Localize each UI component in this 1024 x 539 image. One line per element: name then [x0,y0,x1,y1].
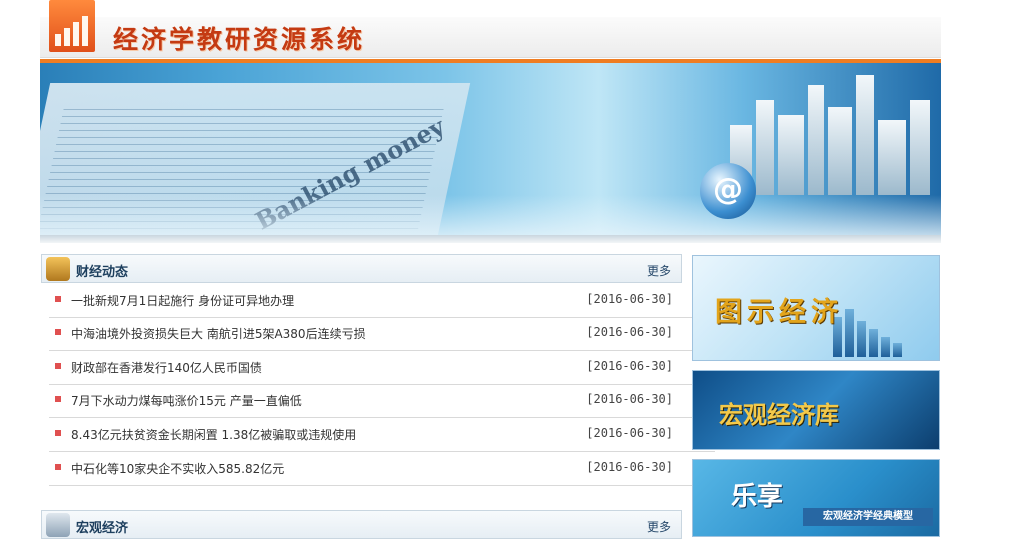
hero-banner: Banking money @ [40,63,941,235]
card-title: 乐享 [731,482,784,512]
card-subtitle: 宏观经济学经典模型 [803,508,933,526]
macro-panel-header: 宏观经济 更多 [41,510,682,539]
site-header: 经济学教研资源系统 [40,0,941,60]
list-item[interactable]: 中海油境外投资损失巨大 南航引进5架A380后连续亏损 [2016-06-30] [49,317,715,351]
banner-shadow [40,235,941,243]
news-date: [2016-06-30] [586,392,673,406]
bullet-icon [55,296,61,302]
bullet-icon [55,430,61,436]
bullet-icon [55,464,61,470]
news-title[interactable]: 7月下水动力煤每吨涨价15元 产量一直偏低 [71,392,302,409]
list-item[interactable]: 7月下水动力煤每吨涨价15元 产量一直偏低 [2016-06-30] [49,384,715,418]
list-item[interactable]: 8.43亿元扶贫资金长期闲置 1.38亿被骗取或违规使用 [2016-06-30… [49,418,715,452]
news-title[interactable]: 中石化等10家央企不实收入585.82亿元 [71,460,284,477]
bar-chart-icon [833,302,903,357]
bullet-icon [55,396,61,402]
card-title: 宏观经济库 [719,400,839,429]
panel-title: 财经动态 [76,265,129,280]
chart-economics-card[interactable]: 图示经济 [692,255,940,361]
news-title[interactable]: 中海油境外投资损失巨大 南航引进5架A380后连续亏损 [71,325,366,342]
lexiang-card[interactable]: 乐享 宏观经济学经典模型 [692,459,940,537]
list-item[interactable]: 一批新规7月1日起施行 身份证可异地办理 [2016-06-30] [49,284,715,318]
coins-icon [46,257,70,281]
macro-database-card[interactable]: 宏观经济库 [692,370,940,450]
news-title[interactable]: 8.43亿元扶贫资金长期闲置 1.38亿被骗取或违规使用 [71,426,356,443]
news-title[interactable]: 一批新规7月1日起施行 身份证可异地办理 [71,292,294,309]
at-sign-icon: @ [700,163,756,219]
card-title: 图示经济 [715,297,843,328]
more-link[interactable]: 更多 [647,262,671,279]
panel-title: 宏观经济 [76,521,129,536]
news-date: [2016-06-30] [586,325,673,339]
site-title: 经济学教研资源系统 [113,25,366,54]
news-date: [2016-06-30] [586,460,673,474]
pen-icon [46,513,70,537]
list-item[interactable]: 财政部在香港发行140亿人民币国债 [2016-06-30] [49,351,715,385]
logo-chart-icon[interactable] [49,0,95,52]
bullet-icon [55,329,61,335]
news-title[interactable]: 财政部在香港发行140亿人民币国债 [71,359,262,376]
news-date: [2016-06-30] [586,426,673,440]
panel-header: 财经动态 更多 [41,254,682,283]
news-date: [2016-06-30] [586,359,673,373]
more-link[interactable]: 更多 [647,518,671,535]
list-item[interactable]: 中石化等10家央企不实收入585.82亿元 [2016-06-30] [49,452,715,486]
bullet-icon [55,363,61,369]
news-date: [2016-06-30] [586,292,673,306]
